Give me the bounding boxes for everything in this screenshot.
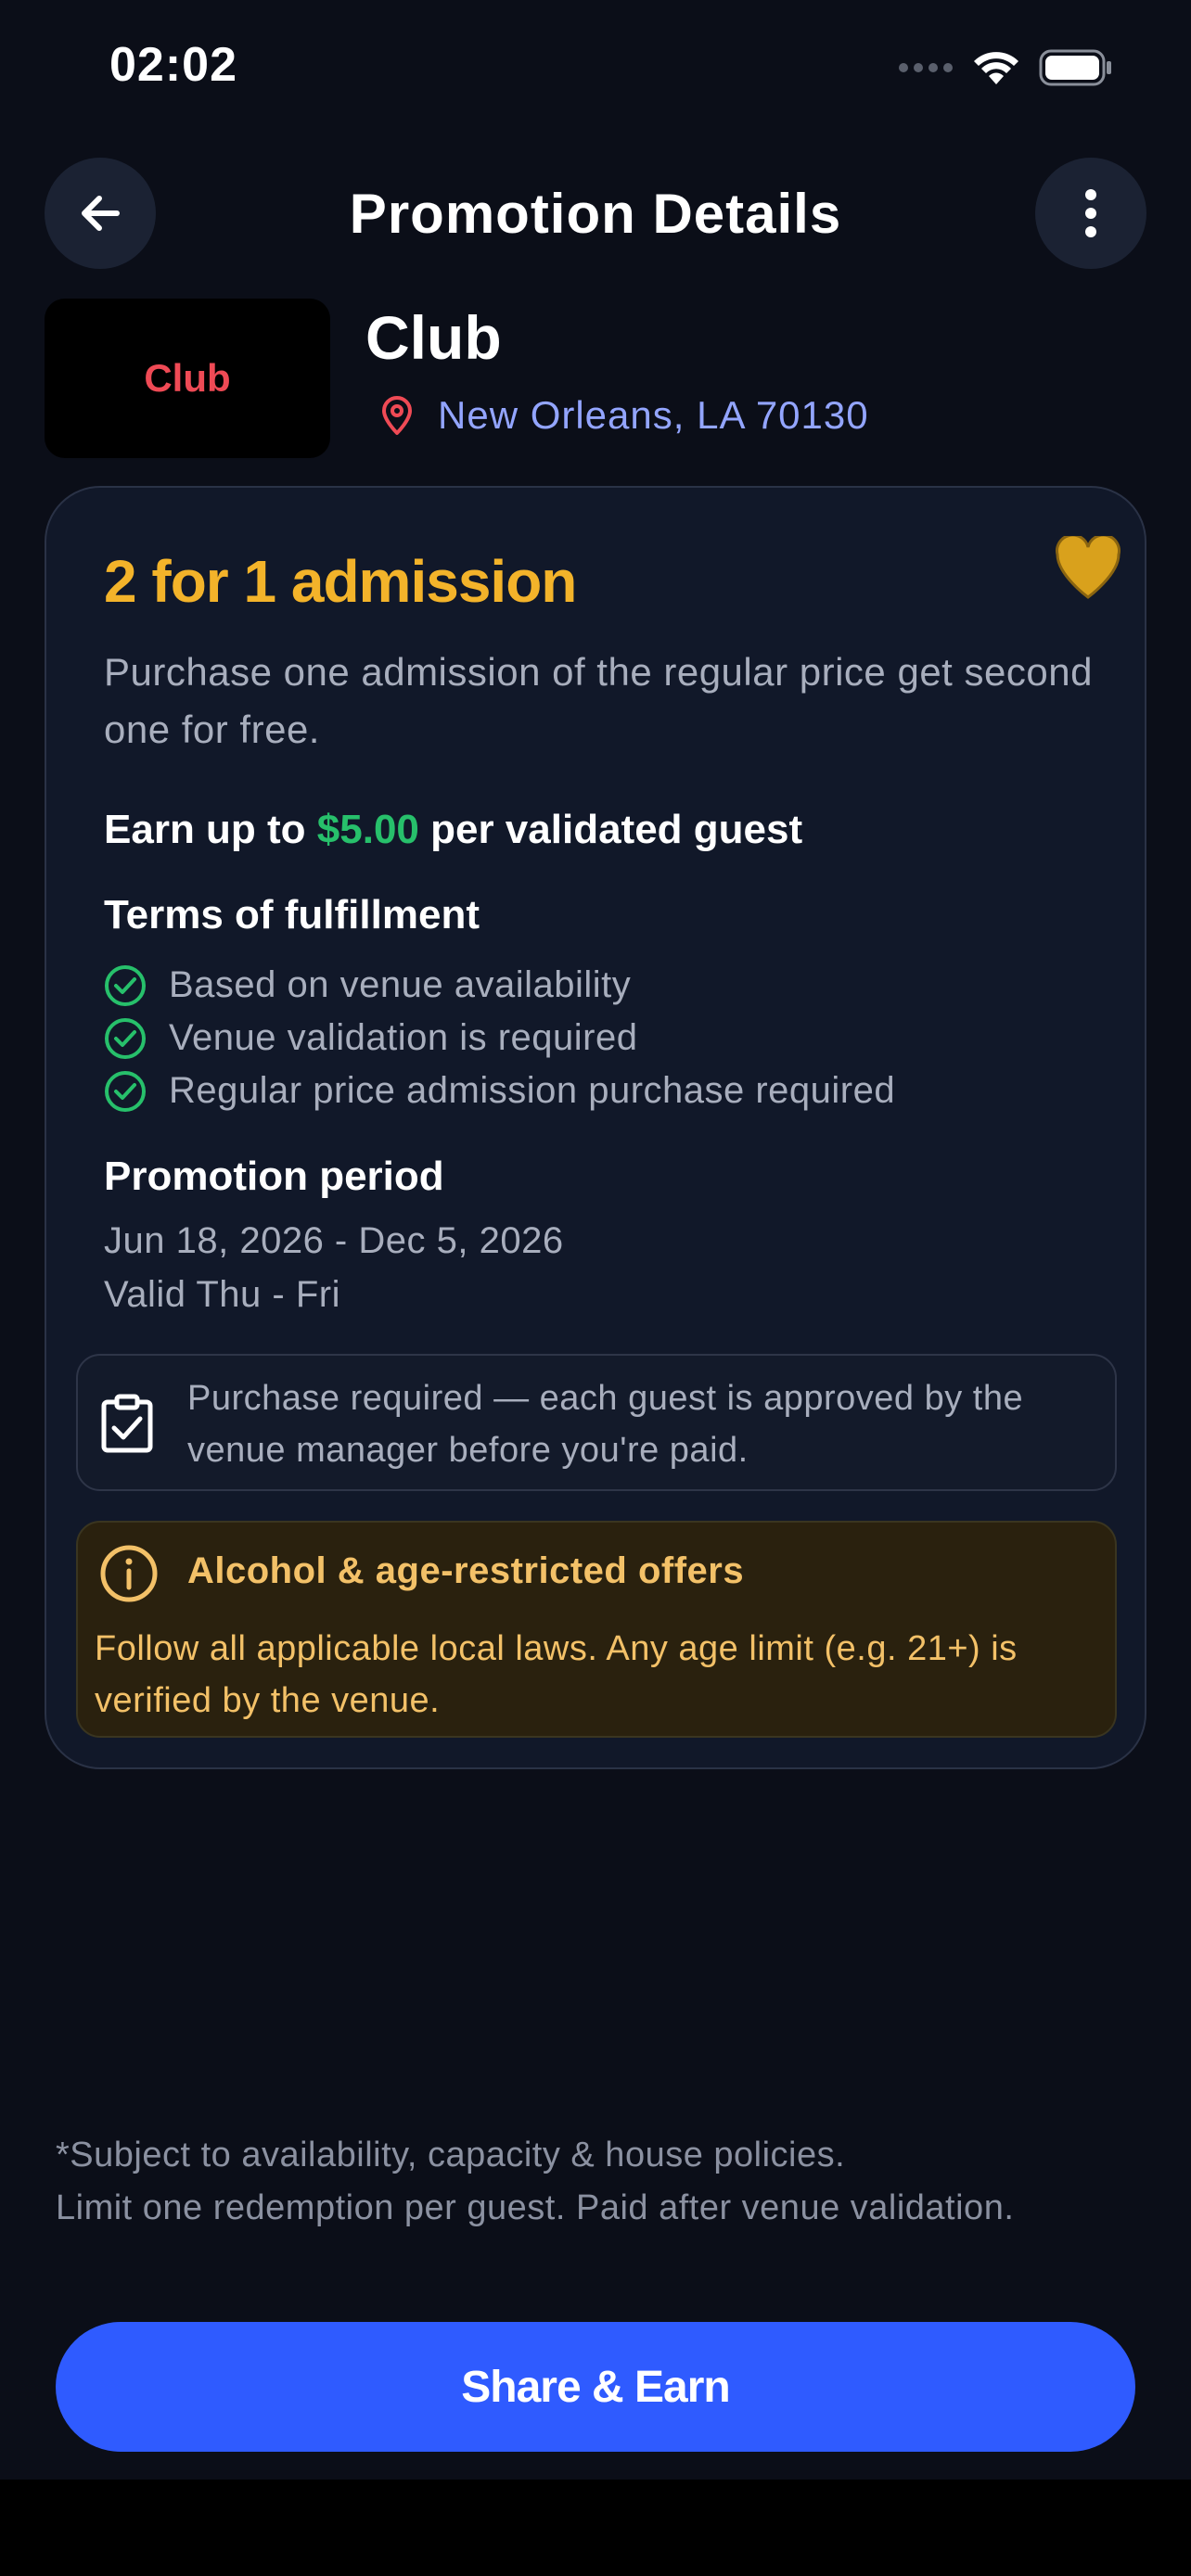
venue-name: Club	[365, 303, 502, 372]
term-text: Based on venue availability	[169, 964, 632, 1005]
promotion-card: 2 for 1 admission Purchase one admission…	[45, 486, 1146, 1769]
period-title: Promotion period	[104, 1154, 444, 1199]
purchase-note: Purchase required — each guest is approv…	[187, 1379, 1024, 1470]
bottom-bar	[0, 2480, 1191, 2576]
clipboard-check-icon	[101, 1394, 153, 1453]
earn-line: Earn up to $5.00 per validated guest	[104, 807, 802, 853]
footnote: *Subject to availability, capacity & hou…	[56, 2129, 1150, 2235]
earn-prefix: Earn up to	[104, 807, 317, 852]
status-time: 02:02	[109, 38, 237, 92]
footnote-line-1: *Subject to availability, capacity & hou…	[56, 2136, 846, 2174]
check-circle-icon	[105, 964, 146, 1006]
header: Promotion Details	[0, 158, 1191, 269]
check-circle-icon	[105, 1017, 146, 1059]
earn-suffix: per validated guest	[418, 807, 803, 852]
venue-location[interactable]: New Orleans, LA 70130	[380, 393, 869, 438]
signal-icon	[899, 63, 953, 72]
alcohol-notice: Alcohol & age-restricted offers Follow a…	[76, 1521, 1117, 1738]
more-vertical-icon	[1085, 189, 1096, 237]
favorite-button[interactable]	[1054, 533, 1122, 606]
earn-amount: $5.00	[316, 807, 419, 852]
page-title: Promotion Details	[349, 183, 842, 245]
footnote-line-2: Limit one redemption per guest. Paid aft…	[56, 2188, 1015, 2227]
period-dates: Jun 18, 2026 - Dec 5, 2026	[104, 1220, 564, 1261]
heart-icon	[1056, 533, 1121, 599]
venue-logo: Club	[45, 299, 330, 458]
share-earn-label: Share & Earn	[461, 2362, 730, 2412]
term-item: Based on venue availability	[104, 959, 895, 1012]
info-icon	[100, 1545, 158, 1602]
period-days: Valid Thu - Fri	[104, 1274, 340, 1315]
term-text: Venue validation is required	[169, 1017, 638, 1058]
more-options-button[interactable]	[1035, 158, 1146, 269]
term-item: Regular price admission purchase require…	[104, 1065, 895, 1117]
alcohol-title: Alcohol & age-restricted offers	[187, 1550, 745, 1591]
terms-list: Based on venue availability Venue valida…	[104, 959, 895, 1117]
terms-title: Terms of fulfillment	[104, 892, 480, 937]
wifi-icon	[974, 52, 1018, 84]
venue-location-text: New Orleans, LA 70130	[438, 393, 869, 437]
purchase-required-notice: Purchase required — each guest is approv…	[76, 1354, 1117, 1491]
venue-logo-text: Club	[144, 356, 231, 400]
share-earn-button[interactable]: Share & Earn	[56, 2322, 1135, 2452]
promotion-description: Purchase one admission of the regular pr…	[104, 650, 1093, 751]
term-item: Venue validation is required	[104, 1012, 895, 1065]
promotion-title: 2 for 1 admission	[104, 548, 577, 615]
term-text: Regular price admission purchase require…	[169, 1070, 896, 1111]
check-circle-icon	[105, 1070, 146, 1112]
battery-icon	[1039, 49, 1111, 86]
map-pin-icon	[382, 396, 412, 435]
alcohol-text: Follow all applicable local laws. Any ag…	[95, 1629, 1018, 1720]
status-bar: 02:02	[0, 0, 1191, 139]
promotion-details-screen: 02:02 Promotion Details Club Club New Or…	[0, 0, 1191, 2576]
status-icons	[898, 46, 1113, 89]
